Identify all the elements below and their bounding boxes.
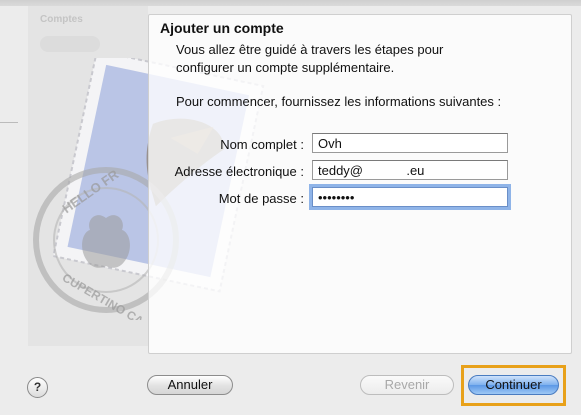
full-name-field[interactable] (312, 133, 508, 153)
help-button[interactable]: ? (27, 377, 48, 398)
password-field[interactable] (312, 187, 508, 207)
email-field[interactable] (312, 160, 508, 180)
password-label: Mot de passe : (218, 191, 304, 206)
full-name-label: Nom complet : (220, 137, 304, 152)
background-divider (0, 122, 18, 123)
continue-button[interactable]: Continuer (468, 375, 559, 395)
back-button[interactable]: Revenir (360, 375, 454, 395)
sheet-instruction-text: Pour commencer, fournissez les informati… (176, 94, 502, 109)
background-sidebar-label: Comptes (40, 14, 83, 25)
cancel-button[interactable]: Annuler (147, 375, 233, 395)
background-sidebar-row (40, 36, 100, 52)
email-label: Adresse électronique : (174, 164, 304, 179)
sheet-title: Ajouter un compte (160, 20, 284, 36)
sheet-intro-text: Vous allez être guidé à travers les étap… (176, 42, 444, 75)
